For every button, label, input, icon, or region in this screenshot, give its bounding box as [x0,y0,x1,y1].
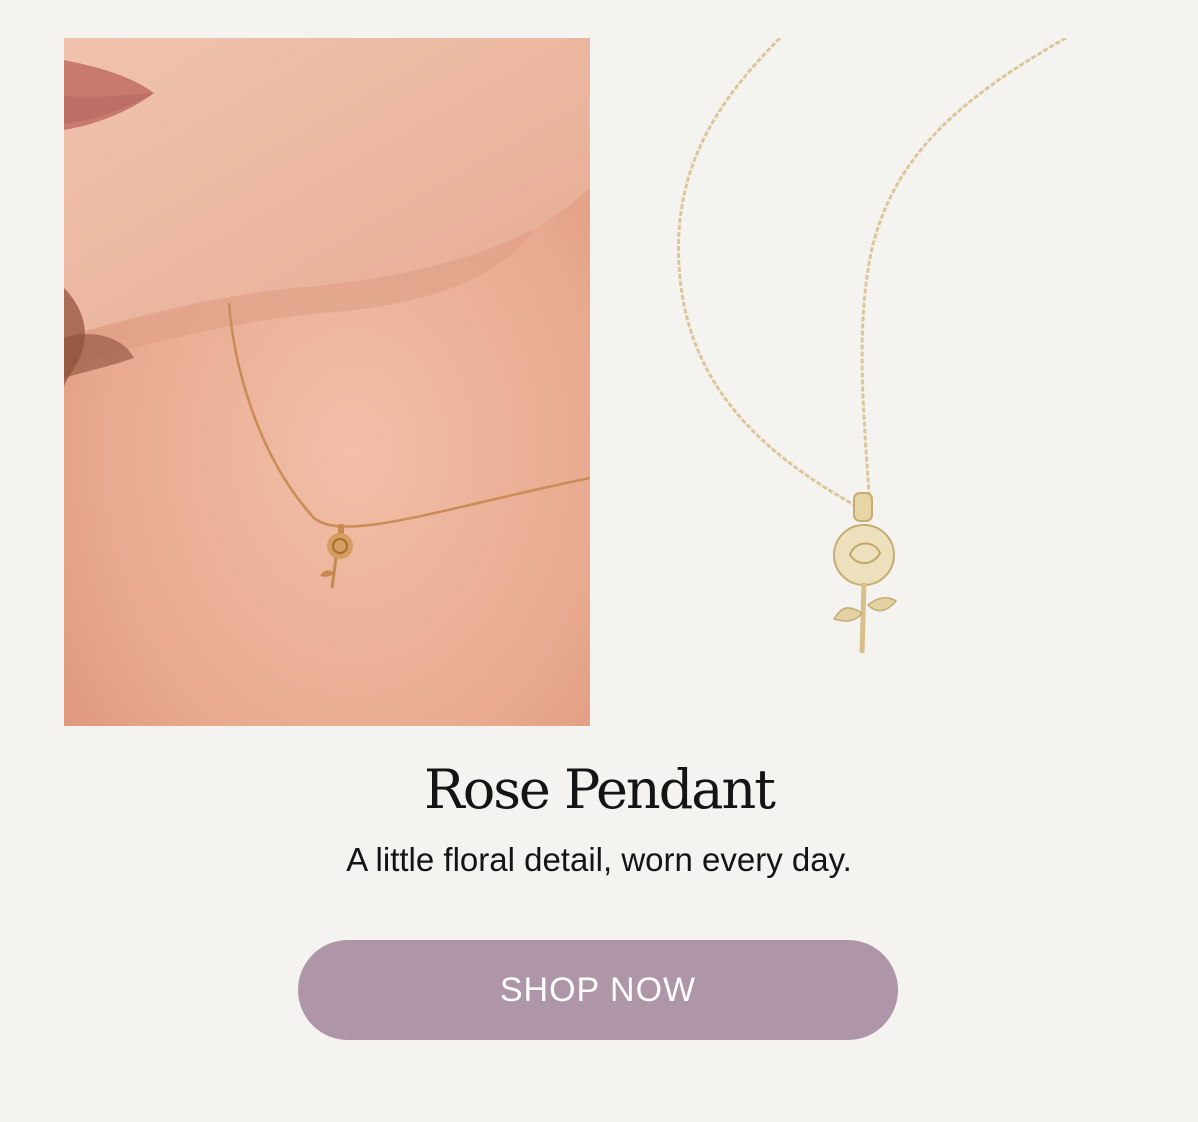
product-title: Rose Pendant [424,758,776,821]
product-photo [630,38,1120,698]
shop-now-label: SHOP NOW [499,970,697,1009]
rose-pendant-necklace-image [677,38,1067,654]
product-tagline: A little floral detail, worn every day. [346,841,852,878]
model-wearing-pendant-image [64,38,590,726]
model-photo [64,38,590,726]
shop-now-button[interactable]: SHOP NOW [298,940,898,1040]
